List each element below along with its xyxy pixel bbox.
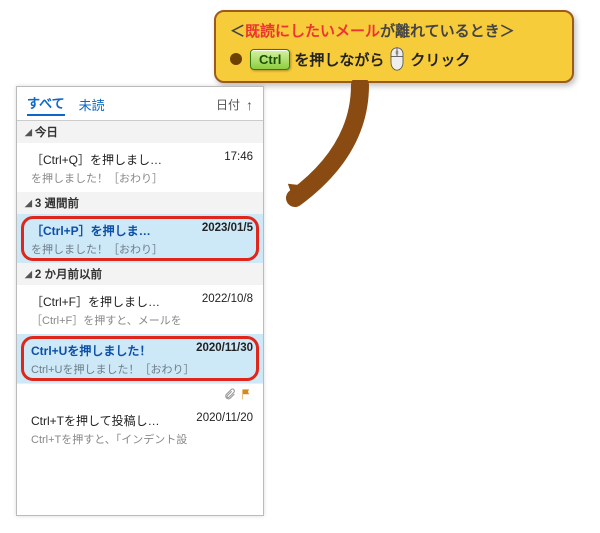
callout-line2: Ctrl を押しながら クリック — [230, 47, 558, 71]
mail-list-panel: すべて 未読 日付 ↑ ◢今日 ［Ctrl+Q］を押しました！17:46 を押し… — [16, 86, 264, 516]
collapse-icon: ◢ — [25, 127, 32, 138]
mail-subject: ［Ctrl+Q］を押しました！ — [31, 151, 171, 168]
mail-item[interactable]: ［Ctrl+Q］を押しました！ 17:46 を押しました！［おわり］ — [17, 143, 263, 192]
mail-date: 17:46 — [224, 151, 253, 168]
mail-item[interactable]: ［Ctrl+F］を押しました！ 2022/10/8 ［Ctrl+F］を押すと、メー… — [17, 285, 263, 334]
group-three-weeks[interactable]: ◢3 週間前 — [17, 192, 263, 214]
mail-date: 2020/11/20 — [196, 412, 253, 429]
tab-unread[interactable]: 未読 — [79, 95, 105, 114]
group-two-months[interactable]: ◢2 か月前以前 — [17, 263, 263, 285]
attachment-indicator-row — [17, 383, 263, 404]
group-today-label: 今日 — [35, 124, 58, 140]
instruction-callout: ＜既読にしたいメールが離れているとき＞ Ctrl を押しながら クリック — [214, 10, 574, 83]
collapse-icon: ◢ — [25, 198, 32, 209]
mail-date: 2022/10/8 — [202, 293, 253, 310]
callout-line1: ＜既読にしたいメールが離れているとき＞ — [230, 20, 558, 41]
mail-date: 2020/11/30 — [196, 342, 253, 359]
mail-subject: Ctrl+Uを押しました！ — [31, 342, 151, 359]
mail-subject: ［Ctrl+F］を押しました！ — [31, 293, 171, 310]
callout-highlight-text: 既読にしたいメール — [245, 23, 380, 40]
bullet-icon — [230, 53, 242, 65]
callout-text-between: を押しながら — [294, 49, 384, 70]
highlighted-selection-2: Ctrl+Uを押しました！ 2020/11/30 Ctrl+Uを押しました！［おわ… — [17, 334, 263, 383]
mail-item[interactable]: Ctrl+Tを押して投稿します！ 2020/11/20 Ctrl+Tを押すと、「イ… — [17, 404, 263, 453]
flag-icon[interactable] — [240, 388, 253, 404]
group-today[interactable]: ◢今日 — [17, 121, 263, 143]
mail-preview: Ctrl+Tを押すと、「インデント設 — [31, 431, 253, 447]
mail-subject: ［Ctrl+P］を押しました！ — [31, 222, 161, 239]
mail-preview: を押しました！［おわり］ — [31, 241, 253, 257]
sort-arrow-icon[interactable]: ↑ — [246, 97, 253, 113]
mail-date: 2023/01/5 — [202, 222, 253, 239]
mail-item-selected[interactable]: ［Ctrl+P］を押しました！ 2023/01/5 を押しました！［おわり］ — [17, 214, 263, 263]
sort-label[interactable]: 日付 — [216, 96, 240, 113]
paperclip-icon — [223, 388, 236, 404]
callout-click-text: クリック — [410, 49, 470, 70]
mail-subject: Ctrl+Tを押して投稿します！ — [31, 412, 171, 429]
tab-all[interactable]: すべて — [27, 93, 65, 116]
callout-trailing-text: が離れているとき＞ — [380, 23, 515, 40]
collapse-icon: ◢ — [25, 269, 32, 280]
mail-preview: ［Ctrl+F］を押すと、メールを — [31, 312, 253, 328]
highlighted-selection-1: ［Ctrl+P］を押しました！ 2023/01/5 を押しました！［おわり］ — [17, 214, 263, 263]
mouse-icon — [388, 47, 406, 71]
pointer-arrow — [280, 80, 380, 210]
mail-item-selected[interactable]: Ctrl+Uを押しました！ 2020/11/30 Ctrl+Uを押しました！［おわ… — [17, 334, 263, 383]
group-three-weeks-label: 3 週間前 — [35, 195, 79, 211]
mail-preview: を押しました！［おわり］ — [31, 170, 253, 186]
filter-bar: すべて 未読 日付 ↑ — [17, 87, 263, 121]
mail-preview: Ctrl+Uを押しました！［おわり］ — [31, 361, 253, 377]
ctrl-key-badge: Ctrl — [250, 49, 290, 70]
group-two-months-label: 2 か月前以前 — [35, 266, 102, 282]
callout-bracket-open: ＜ — [230, 23, 245, 40]
